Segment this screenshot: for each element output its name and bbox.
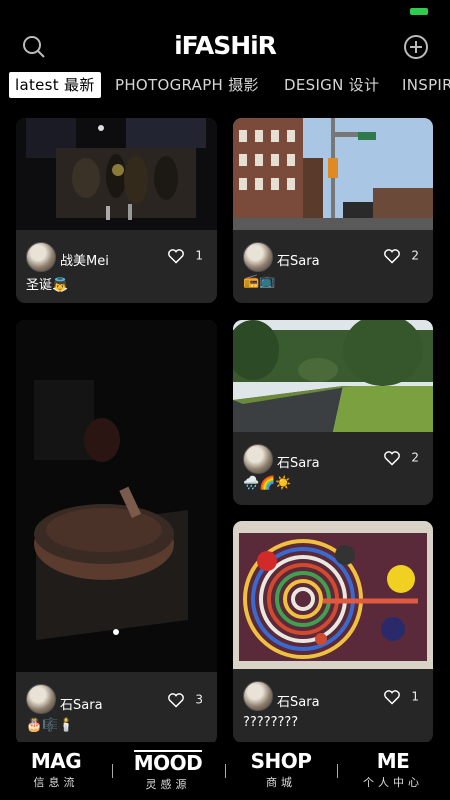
app-logo: iFASHiR [174,31,277,60]
post-photo[interactable] [16,118,217,230]
like-button[interactable]: 2 [383,450,419,466]
nav-mood-title: MOOD [133,750,203,775]
post-card[interactable]: 石Sara 1 ???????? [233,521,433,743]
nav-me-title: ME [376,749,410,773]
nav-shop-sub: 商城 [266,776,296,789]
post-photo[interactable] [233,118,433,230]
avatar[interactable] [26,242,56,272]
like-count: 1 [195,248,203,263]
app-header: iFASHiR [0,28,450,66]
avatar[interactable] [243,681,273,711]
nav-mood-sub: 灵感源 [145,778,191,791]
post-caption: 圣诞👼 [26,278,69,293]
avatar[interactable] [243,444,273,474]
post-caption: ???????? [243,715,299,730]
post-card[interactable]: 战美Mei 1 圣诞👼 [16,118,217,303]
tab-latest[interactable]: latest 最新 [9,72,101,98]
like-button[interactable]: 1 [383,689,419,705]
tab-inspir[interactable]: INSPIR [402,72,450,98]
post-photo[interactable] [233,521,433,669]
like-button[interactable]: 1 [167,248,203,264]
like-count: 3 [195,692,203,707]
nav-mag-title: MAG [30,749,82,773]
heart-icon[interactable] [167,248,185,264]
username[interactable]: 石Sara [277,691,320,710]
tab-design[interactable]: DESIGN 设计 [284,72,379,98]
post-card[interactable]: 石Sara 3 🎂🎼🕯️ [16,320,217,745]
nav-mood[interactable]: MOOD 灵感源 [112,742,224,792]
like-count: 1 [411,689,419,704]
like-button[interactable]: 2 [383,248,419,264]
battery-indicator [410,8,428,15]
post-card[interactable]: 石Sara 2 🌧️🌈☀️ [233,320,433,505]
nav-shop[interactable]: SHOP 商城 [225,742,337,790]
nav-me-sub: 个人中心 [363,776,423,789]
post-caption: 🎂🎼🕯️ [26,718,75,733]
avatar[interactable] [243,242,273,272]
username[interactable]: 石Sara [60,694,103,713]
username[interactable]: 石Sara [277,452,320,471]
nav-me[interactable]: ME 个人中心 [337,742,449,790]
avatar[interactable] [26,684,56,714]
heart-icon[interactable] [383,689,401,705]
category-tabs: latest 最新 PHOTOGRAPH 摄影 DESIGN 设计 INSPIR [0,72,450,100]
heart-icon[interactable] [167,692,185,708]
nav-mag[interactable]: MAG 信息流 [0,742,112,790]
post-caption: 📻📺 [243,274,276,289]
post-photo[interactable] [233,320,433,432]
bottom-nav: MAG 信息流 MOOD 灵感源 SHOP 商城 ME 个人中心 [0,742,450,800]
username[interactable]: 战美Mei [60,250,109,269]
heart-icon[interactable] [383,248,401,264]
post-photo[interactable] [16,320,217,672]
like-count: 2 [411,248,419,263]
plus-circle-icon[interactable] [403,34,429,60]
like-count: 2 [411,450,419,465]
tab-photograph[interactable]: PHOTOGRAPH 摄影 [115,72,259,98]
nav-shop-title: SHOP [250,749,312,773]
like-button[interactable]: 3 [167,692,203,708]
heart-icon[interactable] [383,450,401,466]
nav-mag-sub: 信息流 [33,776,79,789]
post-card[interactable]: 石Sara 2 📻📺 [233,118,433,303]
post-caption: 🌧️🌈☀️ [243,476,292,491]
username[interactable]: 石Sara [277,250,320,269]
